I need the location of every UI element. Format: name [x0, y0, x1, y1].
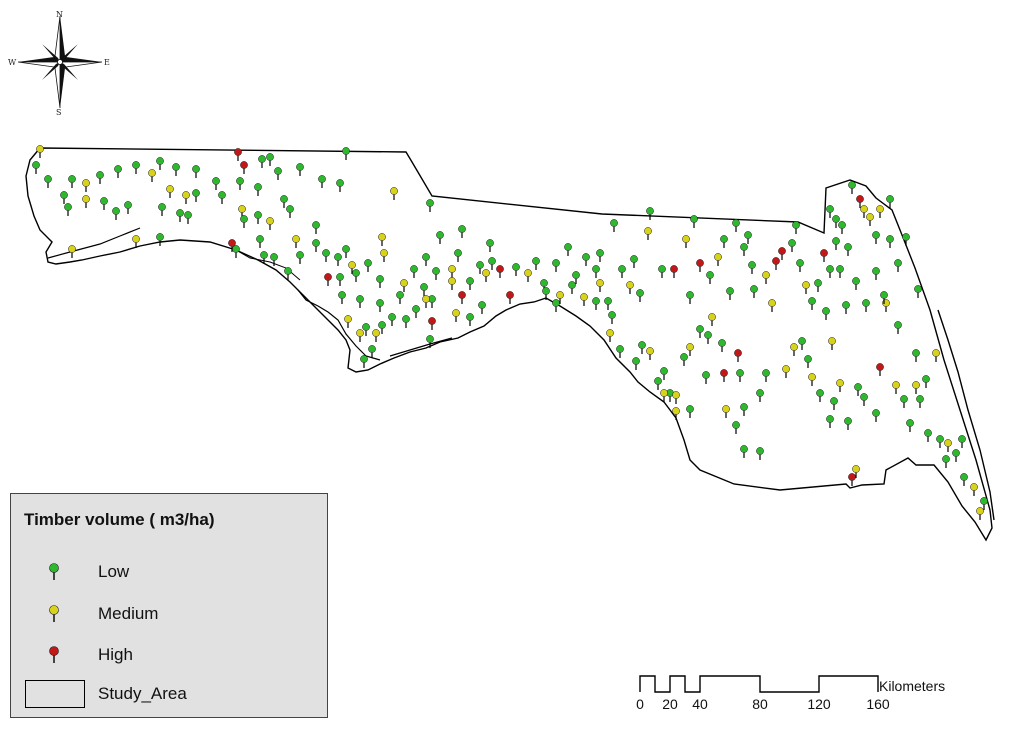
legend-label-medium: Medium	[98, 604, 159, 623]
legend-item-high: High	[11, 641, 327, 671]
scale-bar-graphic	[639, 675, 879, 693]
scale-tick-0: 0	[636, 696, 644, 712]
scale-unit-label: Kilometers	[879, 678, 946, 694]
scale-tick-120: 120	[807, 696, 831, 712]
compass-north-label: N	[56, 10, 63, 19]
map-legend: Timber volume ( m3/ha) Low Medium High S…	[10, 493, 328, 718]
legend-item-low: Low	[11, 558, 327, 588]
map-pin-icon	[49, 646, 59, 663]
map-pin-low	[156, 233, 164, 246]
scale-tick-80: 80	[752, 696, 768, 712]
compass-west-label: W	[8, 58, 17, 67]
study-area-outline	[25, 147, 993, 542]
scale-tick-20: 20	[662, 696, 678, 712]
compass-south-label: S	[56, 108, 62, 117]
legend-title: Timber volume ( m3/ha)	[24, 510, 215, 529]
study-area-swatch	[25, 680, 85, 708]
map-pin-low	[232, 245, 240, 258]
scale-tick-40: 40	[692, 696, 708, 712]
compass-rose-icon	[17, 15, 103, 109]
scale-bar: Kilometers 0 20 40 80 120 160	[634, 672, 974, 716]
map-pin-low	[552, 299, 560, 312]
map-pin-icon	[49, 563, 59, 580]
legend-item-study-area: Study_Area	[11, 680, 327, 710]
scale-tick-160: 160	[866, 696, 890, 712]
legend-item-medium: Medium	[11, 600, 327, 630]
legend-label-low: Low	[98, 562, 130, 581]
legend-label-study-area: Study_Area	[98, 684, 187, 703]
legend-label-high: High	[98, 645, 133, 664]
map-pin-icon	[49, 605, 59, 622]
compass-east-label: E	[104, 58, 110, 67]
